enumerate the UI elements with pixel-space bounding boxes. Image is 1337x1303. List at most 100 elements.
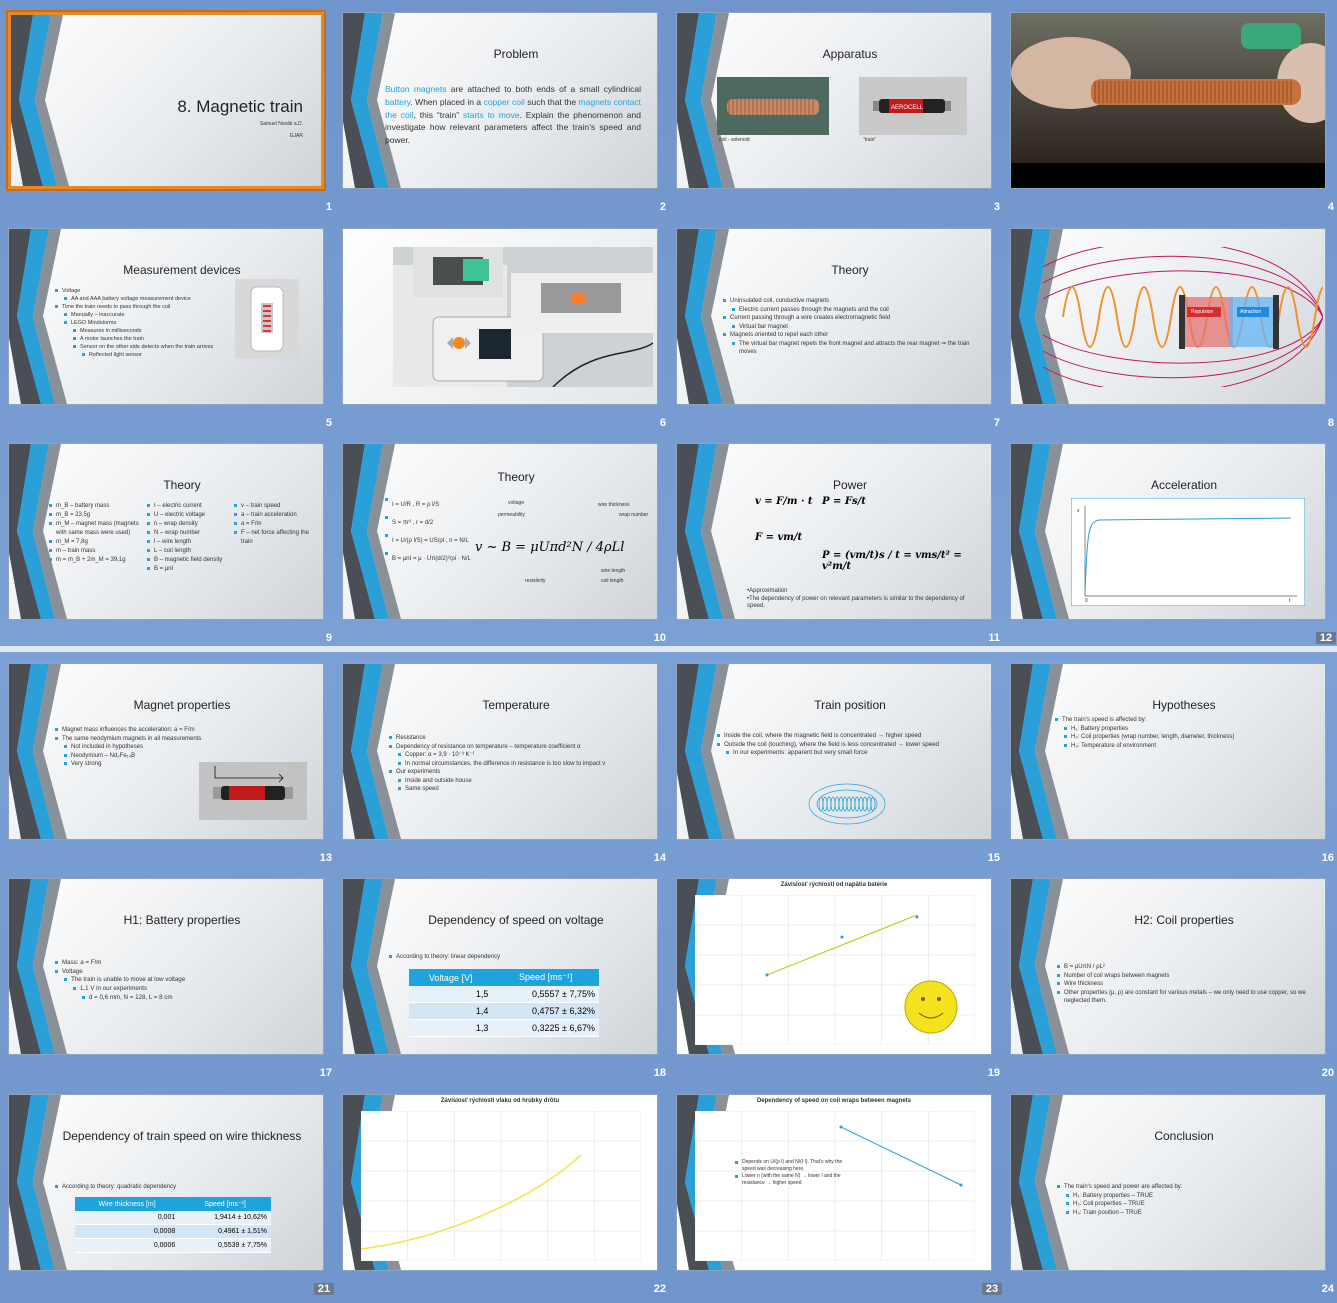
table-row: 0,0008 0,4961 ± 1,51% <box>75 1224 271 1239</box>
slide-title: Theory <box>831 263 869 277</box>
slide-thumbnail-19[interactable]: Závislosť rýchlosti od napätia batérie <box>676 878 992 1055</box>
note-dependency: •The dependency of power on relevant par… <box>747 596 965 609</box>
slide-title: Problem <box>493 47 539 61</box>
slide-title: Apparatus <box>822 47 878 61</box>
bullet-item: Neodymium – Nd₂Fe₁₄B <box>64 752 313 761</box>
slide-title: Temperature <box>482 698 550 712</box>
chart-title: Závislosť rýchlosti vlaku od hrúbky drôt… <box>440 1098 560 1104</box>
presentation-title: 8. Magnetic train <box>177 97 303 116</box>
bullet-item: Wire thickness <box>1057 980 1315 989</box>
slide-title: Acceleration <box>1150 478 1218 492</box>
acceleration-chart <box>1070 497 1306 607</box>
solenoid-field-diagram <box>807 780 887 828</box>
bullet-item: Dependency of resistance on temperature … <box>389 743 647 752</box>
bullet-list: According to theory: linear dependency <box>389 953 647 961</box>
theory-column: v – train speed a – train acceleration a =… <box>234 502 314 547</box>
slide-thumbnail-18[interactable]: Dependency of speed on voltage According … <box>342 878 658 1055</box>
slide-thumbnail-8[interactable]: Repulsion Attraction <box>1010 228 1326 405</box>
slide-thumbnail-20[interactable]: H2: Coil properties B = μUπN / ρL² Number … <box>1010 878 1326 1055</box>
axis-label-t: t <box>1289 598 1291 604</box>
slide-thumbnail-14[interactable]: Temperature Resistance Dependency of resis… <box>342 663 658 840</box>
bullet-item: d = 0,6 mm, N = 128, L = 8 cm <box>82 994 313 1003</box>
problem-text-segment: starts to move <box>463 109 520 120</box>
bullet-item: Magnets oriented to repel each other <box>723 331 981 340</box>
slide-thumbnail-6[interactable] <box>342 228 658 405</box>
magnetic-field-diagram <box>1033 240 1325 394</box>
bullet-list: The train's speed and power are affected… <box>1057 1183 1315 1217</box>
column-header: Wire thickness [m] <box>75 1197 180 1211</box>
slide-thumbnail-23[interactable]: Dependency of speed on coil wraps betwee… <box>676 1094 992 1271</box>
slide-number: 20 <box>1321 1067 1334 1079</box>
slide-number: 22 <box>653 1283 666 1295</box>
table-header-row: Voltage [V] Speed [ms⁻¹] <box>409 969 599 986</box>
slide-thumbnail-15[interactable]: Train position Inside the coil, where the… <box>676 663 992 840</box>
slide-thumbnail-11[interactable]: Power v = F/m · t P = Fs/t F = vm/t P = (vm/… <box>676 443 992 620</box>
problem-text-segment: , this “train” <box>413 109 463 120</box>
table-cell: 0,0008 <box>75 1224 180 1239</box>
school-name: GJAR <box>289 133 303 139</box>
bullet-item: Other properties (μ, ρ) are constant for… <box>1057 989 1315 1006</box>
bullet-item: Mass: a = F/m <box>55 959 313 968</box>
slide-thumbnail-5[interactable]: Measurement devices Voltage AA and AAA bat… <box>8 228 324 405</box>
table-cell: 0,3225 ± 6,67% <box>492 1019 599 1037</box>
caption-coil: coil - solenoid <box>719 137 750 143</box>
slide-title: Conclusion <box>1154 1129 1214 1143</box>
data-table: Voltage [V] Speed [ms⁻¹] 1,5 0,5557 ± 7,75%… <box>409 969 599 1037</box>
bullet-item: B = μUπN / ρL² <box>1057 963 1315 972</box>
slide-thumbnail-24[interactable]: Conclusion The train's speed and power ar… <box>1010 1094 1326 1271</box>
slide-thumbnail-13[interactable]: Magnet properties Magnet mass influences … <box>8 663 324 840</box>
slide-number: 15 <box>987 852 1000 864</box>
slide-number: 11 <box>988 632 1000 644</box>
bullet-item: Inside and outside house <box>398 777 647 786</box>
table-row: 0,0006 0,5539 ± 7,75% <box>75 1238 271 1253</box>
slide-thumbnail-1[interactable]: 8. Magnetic train Samuel Novák a.D. GJAR <box>6 10 326 191</box>
bullet-item: According to theory: linear dependency <box>389 953 647 961</box>
slide-number: 5 <box>325 417 332 429</box>
theory-column: m_B – battery mass m_B = 23,5g m_M – magne… <box>49 502 139 565</box>
bullet-item: B – magnetic field density <box>147 556 242 565</box>
slide-title: H1: Battery properties <box>123 913 241 927</box>
equation-list: I = U/R , R = ρ l/S S = πr² , r = d/2 I = … <box>385 496 495 568</box>
slide-title: Train position <box>814 698 886 712</box>
slide-title: Theory <box>163 478 201 492</box>
slide-thumbnail-3[interactable]: Apparatus AEROCELL coil - solenoid “train” <box>676 12 992 189</box>
lego-mindstorms-photo <box>393 247 654 388</box>
author-name: Samuel Novák a.D. <box>259 121 303 127</box>
slide-number: 23 <box>982 1283 1002 1295</box>
slide-title: Hypotheses <box>1152 698 1216 712</box>
slide-thumbnail-2[interactable]: Problem Button magnets are attached to bo… <box>342 12 658 189</box>
table-cell: 0,4757 ± 6,32% <box>492 1002 599 1020</box>
slide-thumbnail-12[interactable]: Acceleration v t 0 <box>1010 443 1326 620</box>
slide-thumbnail-21[interactable]: Dependency of train speed on wire thickn… <box>8 1094 324 1271</box>
slide-thumbnail-9[interactable]: Theory m_B – battery mass m_B = 23,5g m_M –… <box>8 443 324 620</box>
power-equation: P = Fs/t <box>822 496 866 507</box>
chart-plot-area <box>360 1110 642 1262</box>
slide-number: 6 <box>659 417 666 429</box>
equation-annotation: coil length <box>601 578 624 584</box>
bullet-item: Voltage <box>55 968 313 977</box>
chart-notes: Depends on U/(ρ l) and N/(l·l). That's w… <box>735 1159 845 1187</box>
column-header: Voltage [V] <box>409 969 493 986</box>
bullet-item: H₁: Battery properties <box>1064 725 1315 734</box>
slide-thumbnail-10[interactable]: Theory I = U/R , R = ρ l/S S = πr² , r = d… <box>342 443 658 620</box>
table-cell: 1,4 <box>409 1002 493 1020</box>
bullet-item: a = F/m <box>234 520 314 529</box>
bullet-item: Number of coil wraps between magnets <box>1057 972 1315 981</box>
bullet-item: The train's speed and power are affected… <box>1057 1183 1315 1192</box>
slide-number: 1 <box>325 201 332 213</box>
bullet-item: Magnet mass influences the acceleration:… <box>55 726 313 735</box>
slide-thumbnail-4[interactable] <box>1010 12 1326 189</box>
slide-thumbnail-7[interactable]: Theory Uninsulated coil, conductive magne… <box>676 228 992 405</box>
slide-thumbnail-22[interactable]: Závislosť rýchlosti vlaku od hrúbky drôt… <box>342 1094 658 1271</box>
bullet-item: The same neodymium magnets in all measur… <box>55 735 313 744</box>
bullet-item: Virtual bar magnet <box>732 323 981 332</box>
problem-text-segment: are attached to both ends of a small cyl… <box>446 84 641 94</box>
problem-text-segment: battery <box>385 96 411 107</box>
slide-thumbnail-16[interactable]: Hypotheses The train's speed is affected … <box>1010 663 1326 840</box>
slide-number: 18 <box>653 1067 666 1079</box>
bullet-item: m_M = 7,8g <box>49 538 139 547</box>
slide-number: 16 <box>1321 852 1334 864</box>
slide-thumbnail-17[interactable]: H1: Battery properties Mass: a = F/m Volta… <box>8 878 324 1055</box>
bullet-list: The train's speed is affected by: H₁: Bat… <box>1055 716 1315 750</box>
slide-title: Dependency of speed on voltage <box>428 913 604 927</box>
